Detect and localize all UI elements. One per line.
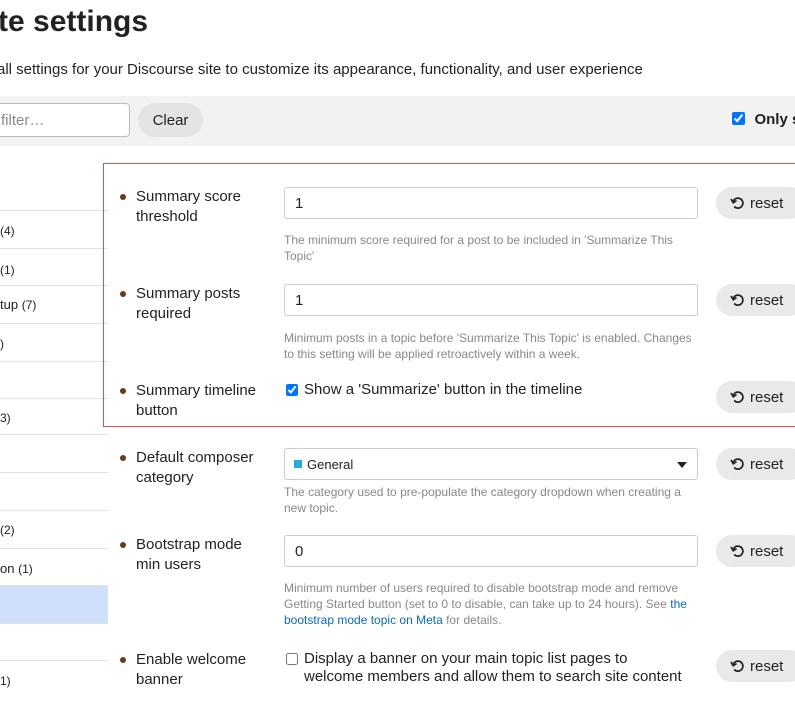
sidebar-item-active[interactable]: [0, 585, 108, 623]
sidebar-item[interactable]: (1): [0, 248, 108, 285]
sidebar-item[interactable]: [0, 434, 108, 472]
setting-label: Summary score threshold: [136, 188, 242, 225]
undo-icon: [730, 293, 744, 306]
setting-description: Minimum posts in a topic before 'Summari…: [284, 331, 692, 361]
sidebar-item-count: (7): [21, 298, 37, 312]
bullet-icon: [120, 291, 126, 297]
bullet-icon: [120, 194, 126, 200]
reset-button[interactable]: reset: [716, 650, 795, 682]
bullet-icon: [120, 542, 126, 548]
summary-timeline-checkbox-row[interactable]: Show a 'Summarize' button in the timelin…: [286, 381, 686, 399]
sidebar-item[interactable]: on (1): [0, 548, 108, 585]
setting-label: Summary posts required: [136, 285, 241, 322]
setting-summary-timeline-button: Summary timeline button: [120, 381, 270, 421]
reset-label: reset: [750, 455, 784, 473]
reset-label: reset: [750, 388, 784, 406]
sidebar-item-count: 3): [0, 411, 11, 425]
summary-score-threshold-input[interactable]: [284, 187, 698, 219]
undo-icon: [730, 457, 744, 470]
reset-label: reset: [750, 542, 784, 560]
bootstrap-mode-min-users-input[interactable]: [284, 535, 698, 567]
undo-icon: [730, 659, 744, 672]
setting-label: Bootstrap mode min users: [136, 536, 242, 573]
welcome-banner-checkbox-row[interactable]: Display a banner on your main topic list…: [286, 650, 686, 686]
only-overridden-checkbox[interactable]: [732, 112, 745, 125]
undo-icon: [730, 196, 744, 209]
caret-down-icon: [677, 462, 687, 468]
sidebar-item[interactable]: (2): [0, 510, 108, 548]
sidebar-item-count: 1): [0, 674, 11, 688]
sidebar-item[interactable]: [0, 623, 108, 660]
reset-button[interactable]: reset: [716, 381, 795, 413]
selected-category: General: [307, 457, 354, 472]
undo-icon: [730, 390, 744, 403]
reset-label: reset: [750, 291, 784, 309]
bullet-icon: [120, 455, 126, 461]
setting-description: The minimum score required for a post to…: [284, 233, 673, 263]
welcome-banner-checkbox[interactable]: [286, 653, 298, 665]
sidebar-item-label: tup: [0, 297, 19, 312]
sidebar-item-count: (1): [18, 562, 33, 576]
sidebar-item[interactable]: 3): [0, 398, 108, 434]
setting-description: The category used to pre-populate the ca…: [284, 485, 681, 515]
sidebar-item[interactable]: tup (7): [0, 285, 108, 323]
reset-label: reset: [750, 657, 784, 675]
setting-label: Enable welcome banner: [136, 651, 247, 688]
setting-summary-score-threshold: Summary score threshold: [120, 187, 270, 227]
setting-default-composer-category: Default composer category: [120, 448, 270, 488]
setting-summary-posts-required: Summary posts required: [120, 284, 270, 324]
sidebar-item[interactable]: ): [0, 323, 108, 361]
default-composer-category-select[interactable]: General: [284, 448, 698, 480]
settings-category-sidebar: (4) (1) tup (7) ) 3) (2) on (1) 1): [0, 146, 108, 707]
setting-enable-welcome-banner: Enable welcome banner: [120, 650, 270, 690]
summary-timeline-checkbox[interactable]: [286, 384, 298, 396]
reset-button[interactable]: reset: [716, 284, 795, 316]
setting-label: Default composer category: [136, 449, 254, 486]
only-overridden-toggle[interactable]: Only s: [732, 111, 795, 129]
sidebar-item-count: (4): [0, 224, 15, 238]
sidebar-item-count: (1): [0, 263, 15, 277]
sidebar-item-label: on: [0, 561, 15, 576]
setting-bootstrap-mode-min-users: Bootstrap mode min users: [120, 535, 270, 575]
setting-description: Minimum number of users required to disa…: [284, 580, 704, 628]
sidebar-item[interactable]: [0, 361, 108, 398]
sidebar-item[interactable]: [0, 472, 108, 510]
bullet-icon: [120, 388, 126, 394]
sidebar-item-count: ): [0, 337, 4, 351]
summary-posts-required-input[interactable]: [284, 284, 698, 316]
setting-label: Summary timeline button: [136, 382, 257, 419]
page-title: te settings: [0, 5, 149, 38]
only-overridden-label: Only s: [754, 111, 795, 128]
reset-button[interactable]: reset: [716, 448, 795, 480]
bullet-icon: [120, 657, 126, 663]
reset-label: reset: [750, 194, 784, 212]
reset-button[interactable]: reset: [716, 187, 795, 219]
undo-icon: [730, 544, 744, 557]
checkbox-label: Show a 'Summarize' button in the timelin…: [304, 381, 583, 398]
reset-button[interactable]: reset: [716, 535, 795, 567]
page-subtitle: all settings for your Discourse site to …: [0, 61, 643, 78]
filter-input[interactable]: [0, 103, 130, 137]
category-color-swatch: [294, 460, 302, 468]
description-text: for details.: [442, 613, 502, 627]
description-text: Minimum number of users required to disa…: [284, 581, 679, 611]
sidebar-item-count: (2): [0, 523, 15, 537]
checkbox-label: Display a banner on your main topic list…: [304, 650, 682, 685]
sidebar-item[interactable]: 1): [0, 660, 108, 707]
sidebar-item[interactable]: (4): [0, 210, 108, 248]
clear-button[interactable]: Clear: [138, 103, 203, 137]
